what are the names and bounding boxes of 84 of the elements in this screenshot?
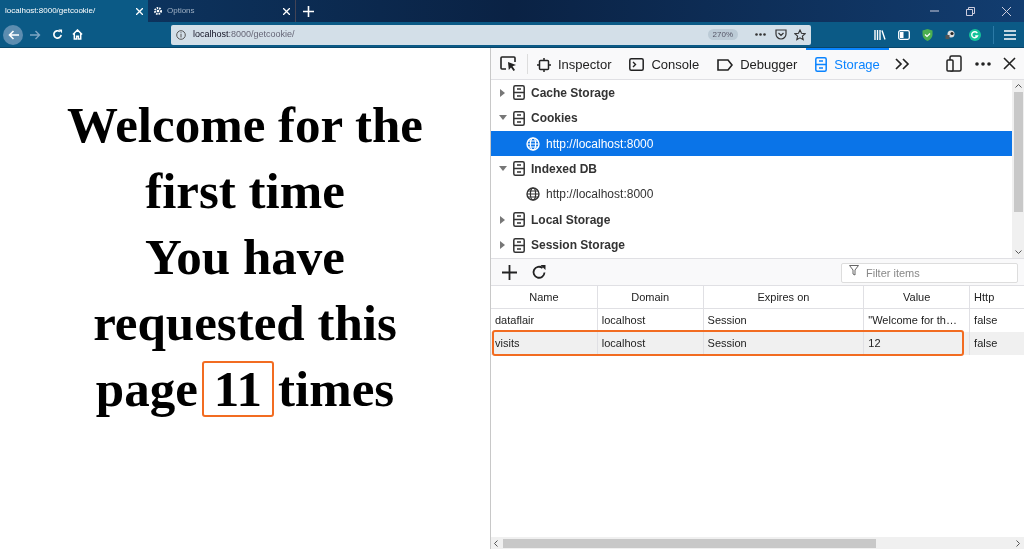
responsive-mode-icon[interactable]: [946, 55, 962, 72]
storage-icon: [513, 161, 525, 177]
pocket-icon[interactable]: [775, 29, 787, 40]
grammar-extension-icon[interactable]: [969, 28, 981, 41]
tree-item[interactable]: Cookies: [491, 105, 1012, 131]
more-icon[interactable]: [755, 33, 766, 36]
horizontal-scrollbar[interactable]: [491, 537, 1024, 549]
table-cell-text: false: [973, 313, 999, 329]
menu-icon[interactable]: [1004, 29, 1016, 40]
home-icon[interactable]: [72, 29, 83, 40]
globe-icon: [526, 136, 540, 151]
chevrons-icon[interactable]: [894, 57, 910, 70]
vertical-scrollbar[interactable]: [1012, 80, 1024, 258]
star-icon[interactable]: [794, 28, 806, 41]
minimize-icon: [929, 10, 939, 12]
column-header[interactable]: Value: [864, 286, 971, 308]
column-header[interactable]: Domain: [597, 286, 704, 308]
more-icon[interactable]: [975, 61, 991, 66]
table-row[interactable]: visits localhost Session 12 false: [491, 332, 1024, 355]
back-button[interactable]: [3, 24, 23, 45]
scroll-up-icon: [1014, 84, 1022, 88]
zoom-level-badge[interactable]: 270%: [707, 29, 738, 40]
table-cell-text: false: [973, 336, 999, 352]
scrollbar-thumb[interactable]: [1013, 92, 1023, 212]
storage-icon: [513, 85, 525, 101]
globe-icon: [526, 187, 540, 202]
tree-item[interactable]: Session Storage: [491, 232, 1012, 258]
extension-icon[interactable]: [945, 29, 957, 40]
library-icon[interactable]: [874, 29, 886, 40]
scroll-right-icon: [1016, 539, 1020, 547]
devtools-tab[interactable]: Debugger: [708, 48, 807, 79]
filter-field[interactable]: Filter items: [841, 263, 1018, 283]
filter-icon: [849, 265, 859, 276]
page-text: requested this: [93, 294, 397, 353]
tree-item[interactable]: http://localhost:8000: [491, 181, 1012, 208]
shield-icon[interactable]: [922, 28, 933, 41]
refresh-icon[interactable]: [531, 264, 547, 280]
browser-tab[interactable]: localhost:8000/getcookie/: [0, 0, 148, 22]
close-icon: [1001, 6, 1011, 16]
back-arrow-icon: [7, 29, 19, 40]
close-tab-icon[interactable]: [136, 7, 143, 15]
close-tab-icon[interactable]: [283, 7, 290, 15]
tree-item[interactable]: http://localhost:8000: [491, 130, 1012, 157]
reload-icon[interactable]: [52, 29, 63, 40]
table-cell: 12: [864, 332, 971, 355]
column-header[interactable]: Name: [491, 286, 598, 308]
storage-icon: [513, 237, 525, 253]
column-header[interactable]: Expires on: [703, 286, 865, 308]
restore-icon: [965, 6, 975, 16]
url-text: localhost:8000/getcookie/: [193, 27, 295, 41]
column-header[interactable]: Http: [970, 286, 1024, 308]
table-cell: visits: [491, 332, 598, 355]
devtools-tab[interactable]: Inspector: [528, 48, 621, 79]
storage-icon: [815, 57, 828, 72]
table-cell: localhost: [597, 332, 704, 355]
close-icon[interactable]: [1003, 57, 1016, 70]
scrollbar-thumb[interactable]: [503, 538, 876, 548]
address-bar[interactable]: localhost:8000/getcookie/ 270%: [171, 24, 811, 45]
element-picker-icon[interactable]: [500, 55, 518, 72]
info-icon: [176, 29, 186, 40]
storage-icon: [513, 212, 525, 228]
devtools-tab[interactable]: Storage: [806, 48, 889, 79]
tag-icon: [717, 58, 734, 71]
page-text: You have: [145, 228, 345, 287]
gear-icon: [153, 6, 163, 16]
devtools-tab[interactable]: Console: [620, 48, 709, 79]
scroll-down-icon: [1014, 250, 1022, 254]
tree-item[interactable]: Cache Storage: [491, 80, 1012, 106]
storage-icon: [513, 110, 525, 126]
page-text: Welcome for the: [67, 96, 423, 155]
scroll-left-icon: [494, 539, 498, 547]
table-cell: Session: [703, 332, 865, 355]
sidebar-icon[interactable]: [898, 29, 910, 40]
terminal-icon: [629, 58, 645, 71]
page-text: page: [95, 360, 198, 419]
visit-count: 11: [201, 361, 275, 417]
page-text: times: [278, 360, 395, 419]
add-icon[interactable]: [502, 264, 517, 280]
tree-item[interactable]: Indexed DB: [491, 156, 1012, 182]
tree-item[interactable]: Local Storage: [491, 207, 1012, 233]
forward-arrow-icon[interactable]: [30, 29, 41, 40]
page-text: first time: [145, 162, 345, 221]
plus-icon: [302, 5, 314, 17]
frame-icon: [537, 57, 551, 72]
